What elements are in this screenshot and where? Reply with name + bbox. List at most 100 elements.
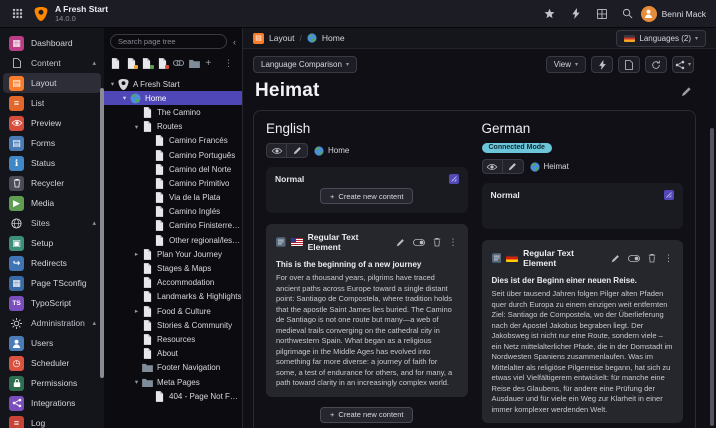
chevron-right-icon[interactable]: ▸ xyxy=(132,307,141,315)
chevron-down-icon[interactable]: ▾ xyxy=(132,378,141,386)
content-element-title: Regular Text Element xyxy=(523,248,606,268)
tree-node-stories-community[interactable]: Stories & Community xyxy=(104,318,242,332)
content-element-title: Regular Text Element xyxy=(308,232,391,252)
tree-node-camino-primitivo[interactable]: Camino Primitivo xyxy=(104,176,242,190)
typo3-backend: A Fresh Start 14.0.0 Benni Mack ▦Dashboa… xyxy=(0,0,716,428)
new-shortcut-page-icon[interactable] xyxy=(127,57,138,69)
content-scrollbar[interactable] xyxy=(710,128,714,426)
tree-node-camino-portugu-s[interactable]: Camino Português xyxy=(104,148,242,162)
sidebar-item-forms[interactable]: ▤Forms xyxy=(0,133,104,153)
sidebar-item-sites[interactable]: Sites▴ xyxy=(0,213,104,233)
username-label[interactable]: Benni Mack xyxy=(662,9,706,19)
tree-node-camino-del-norte[interactable]: Camino del Norte xyxy=(104,162,242,176)
sidebar-item-setup[interactable]: ▣Setup xyxy=(0,233,104,253)
sidebar-item-page-tsconfig[interactable]: ▦Page TSconfig xyxy=(0,273,104,293)
sidebar-item-scheduler[interactable]: ◷Scheduler xyxy=(0,353,104,373)
chevron-down-icon[interactable]: ▾ xyxy=(108,80,117,88)
create-new-content-button[interactable]: + Create new content xyxy=(320,188,413,204)
chevron-right-icon[interactable]: ▸ xyxy=(132,250,141,258)
create-new-content-button[interactable]: + Create new content xyxy=(320,407,413,423)
sidebar-item-list[interactable]: ≡List xyxy=(0,93,104,113)
sidebar-item-recycler[interactable]: Recycler xyxy=(0,173,104,193)
content-element-card[interactable]: Regular Text Element ⋮ This is the begin… xyxy=(266,224,468,397)
sidebar-item-label: Permissions xyxy=(31,378,77,388)
languages-dropdown[interactable]: Languages (2) ▾ xyxy=(616,30,706,47)
edit-page-title-button[interactable] xyxy=(681,86,692,97)
tree-node-resources[interactable]: Resources xyxy=(104,332,242,346)
tree-node-camino-franc-s[interactable]: Camino Francés xyxy=(104,134,242,148)
sidebar-item-redirects[interactable]: ↪Redirects xyxy=(0,253,104,273)
tree-node-the-camino[interactable]: The Camino xyxy=(104,105,242,119)
visibility-toggle-icon[interactable] xyxy=(628,255,640,262)
tree-node-other-regional-lesser-kno[interactable]: Other regional/lesser-kno… xyxy=(104,233,242,247)
kebab-menu-icon[interactable]: ⋮ xyxy=(664,253,673,264)
tree-node-via-de-la-plata[interactable]: Via de la Plata xyxy=(104,191,242,205)
sidebar-item-status[interactable]: ℹStatus xyxy=(0,153,104,173)
sidebar-item-permissions[interactable]: Permissions xyxy=(0,373,104,393)
content-element-card[interactable]: Regular Text Element ⋮ Dies ist der Begi… xyxy=(482,240,684,423)
edit-page-button[interactable] xyxy=(503,159,524,174)
new-link-page-icon[interactable] xyxy=(142,57,153,69)
breadcrumb-module[interactable]: Layout xyxy=(269,33,295,43)
visibility-toggle-icon[interactable] xyxy=(413,239,425,246)
collapse-tree-icon[interactable]: ‹ xyxy=(231,37,238,47)
module-menu-scrollbar[interactable] xyxy=(100,88,104,378)
tree-node-accommodation[interactable]: Accommodation xyxy=(104,276,242,290)
tree-node-home[interactable]: ▾Home xyxy=(104,91,242,105)
trash-icon[interactable] xyxy=(648,253,656,263)
new-spacer-page-icon[interactable] xyxy=(158,57,169,69)
chevron-down-icon[interactable]: ▾ xyxy=(132,123,141,131)
tree-node-plan-your-journey[interactable]: ▸Plan Your Journey xyxy=(104,247,242,261)
tree-node-routes[interactable]: ▾Routes xyxy=(104,120,242,134)
sidebar-item-content[interactable]: Content▴ xyxy=(0,53,104,73)
language-comparison-dropdown[interactable]: Language Comparison ▾ xyxy=(253,56,357,73)
view-page-button[interactable] xyxy=(266,143,287,158)
search-button[interactable] xyxy=(615,0,641,28)
sidebar-item-users[interactable]: Users xyxy=(0,333,104,353)
chevron-down-icon[interactable]: ▾ xyxy=(120,94,129,102)
sidebar-item-administration[interactable]: Administration▴ xyxy=(0,313,104,333)
sidebar-item-media[interactable]: ▶Media xyxy=(0,193,104,213)
new-folder-icon[interactable] xyxy=(189,57,200,69)
clear-cache-button[interactable] xyxy=(563,0,589,28)
plus-icon[interactable]: + xyxy=(205,57,216,69)
tree-node-about[interactable]: About xyxy=(104,347,242,361)
tree-options-kebab-icon[interactable]: ⋮ xyxy=(221,58,236,69)
avatar[interactable] xyxy=(641,6,657,22)
sidebar-item-integrations[interactable]: Integrations xyxy=(0,393,104,413)
clear-page-cache-button[interactable] xyxy=(591,56,613,73)
page-icon xyxy=(141,249,153,260)
tree-node-landmarks-highlights[interactable]: Landmarks & Highlights xyxy=(104,290,242,304)
view-page-button[interactable] xyxy=(482,159,503,174)
new-page-icon[interactable] xyxy=(111,57,122,69)
sidebar-item-preview[interactable]: Preview xyxy=(0,113,104,133)
bookmarks-button[interactable] xyxy=(537,0,563,28)
link-icon[interactable] xyxy=(173,57,184,69)
pencil-icon[interactable] xyxy=(611,254,620,263)
tree-node-food-culture[interactable]: ▸Food & Culture xyxy=(104,304,242,318)
kebab-menu-icon[interactable]: ⋮ xyxy=(449,237,458,248)
share-dropdown[interactable]: ▾ xyxy=(672,56,694,73)
tree-node-a-fresh-start[interactable]: ▾A Fresh Start xyxy=(104,77,242,91)
sidebar-item-typoscript[interactable]: TSTypoScript xyxy=(0,293,104,313)
module-menu-toggle[interactable] xyxy=(0,0,34,28)
sidebar-item-dashboard[interactable]: ▦Dashboard xyxy=(0,33,104,53)
tree-node-camino-ingl-s[interactable]: Camino Inglés xyxy=(104,205,242,219)
edit-page-button[interactable] xyxy=(287,143,308,158)
sidebar-item-layout[interactable]: ▤Layout xyxy=(3,73,101,93)
pencil-icon[interactable] xyxy=(396,238,405,247)
systeminfo-button[interactable] xyxy=(589,0,615,28)
view-dropdown[interactable]: View ▾ xyxy=(546,56,586,73)
tree-node-camino-finisterre-mux-a[interactable]: Camino Finisterre & Muxía xyxy=(104,219,242,233)
tree-node-meta-pages[interactable]: ▾Meta Pages xyxy=(104,375,242,389)
breadcrumb-page[interactable]: Home xyxy=(322,33,345,43)
trash-icon[interactable] xyxy=(433,237,441,247)
chevron-down-icon: ▾ xyxy=(575,61,578,68)
tree-node-stages-maps[interactable]: Stages & Maps xyxy=(104,261,242,275)
sidebar-item-log[interactable]: ≡Log xyxy=(0,413,104,428)
tree-node-footer-navigation[interactable]: Footer Navigation xyxy=(104,361,242,375)
page-properties-button[interactable] xyxy=(618,56,640,73)
tree-node-404-page-not-found[interactable]: 404 - Page Not Found xyxy=(104,389,242,403)
reload-button[interactable] xyxy=(645,56,667,73)
page-tree-search-input[interactable] xyxy=(110,34,227,49)
